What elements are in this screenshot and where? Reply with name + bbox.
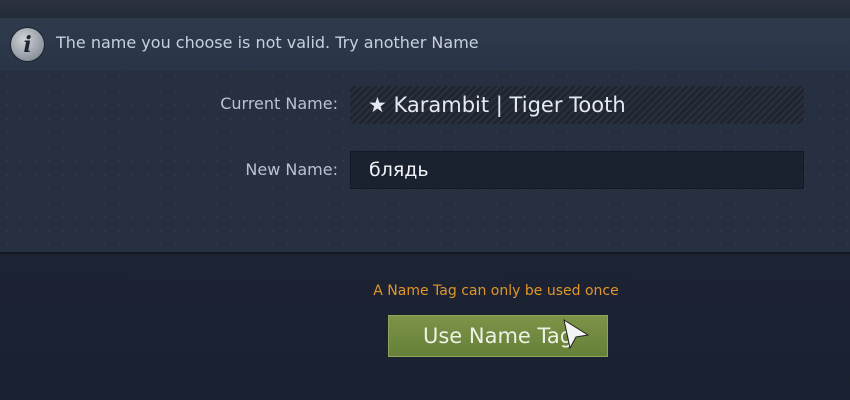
name-form-panel: Current Name: ★ Karambit | Tiger Tooth N…: [0, 70, 850, 254]
new-name-label: New Name:: [245, 160, 338, 179]
error-message: The name you choose is not valid. Try an…: [56, 33, 479, 52]
current-name-value: ★ Karambit | Tiger Tooth: [368, 93, 626, 117]
new-name-value: блядь: [369, 159, 429, 181]
use-name-tag-button-label: Use Name Tag: [422, 324, 574, 348]
current-name-label: Current Name:: [220, 94, 338, 113]
info-icon: i: [11, 28, 44, 61]
action-area: A Name Tag can only be used once Use Nam…: [0, 254, 850, 400]
top-strip: [0, 0, 850, 19]
current-name-field: ★ Karambit | Tiger Tooth: [350, 86, 804, 124]
error-banner: i The name you choose is not valid. Try …: [0, 18, 850, 70]
new-name-input[interactable]: блядь: [350, 151, 804, 189]
single-use-warning: A Name Tag can only be used once: [373, 283, 619, 299]
use-name-tag-button[interactable]: Use Name Tag: [388, 315, 608, 357]
name-tag-dialog: i The name you choose is not valid. Try …: [0, 0, 850, 400]
